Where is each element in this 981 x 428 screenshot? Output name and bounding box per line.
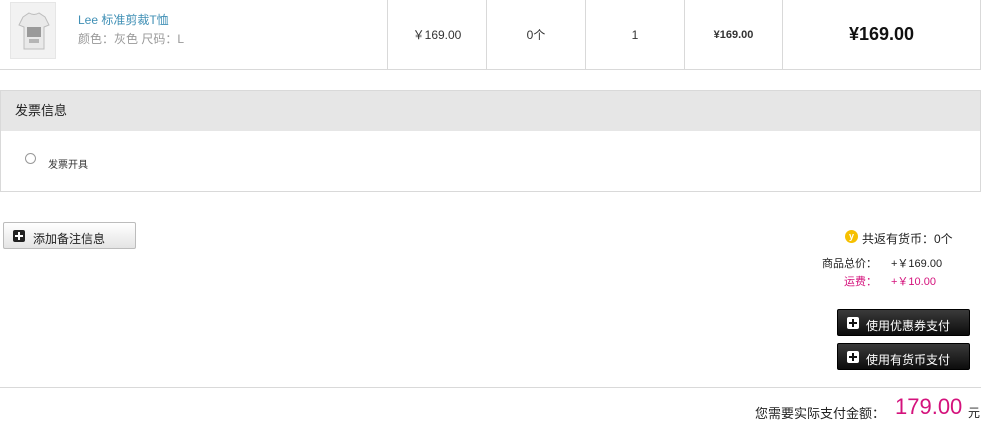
invoice-radio[interactable] [25,153,36,164]
use-coin-label: 使用有货币支付 [866,353,951,367]
product-thumbnail[interactable] [10,2,56,59]
add-note-button[interactable]: 添加备注信息 [3,222,136,249]
quantity: 1 [631,27,639,42]
plus-icon [847,317,859,329]
invoice-panel: 发票信息 发票开具 [0,90,981,192]
subtotal: ¥169.00 [713,28,754,41]
tshirt-icon [18,12,50,50]
goods-total-label: 商品总价： [822,258,877,270]
use-coin-button[interactable]: 使用有货币支付 [837,343,970,370]
invoice-title: 发票信息 [1,91,980,131]
payment-amount: 179.00 [895,394,963,419]
product-attributes: 颜色：灰色 尺码：L [78,32,185,46]
plus-icon [13,230,25,242]
quantity-cell: 1 [585,0,684,69]
add-note-label: 添加备注信息 [33,232,106,246]
unit-price-cell: ￥169.00 [387,0,486,69]
subtotal-cell: ¥169.00 [684,0,782,69]
unit-price: ￥169.00 [412,28,462,42]
line-total: ¥169.00 [848,24,915,44]
use-coupon-label: 使用优惠券支付 [866,319,951,333]
coin-cell: 0个 [486,0,585,69]
shipping-value: +￥10.00 [891,276,936,288]
shipping-label: 运费： [844,276,877,288]
product-name-link[interactable]: Lee 标准剪裁T恤 [78,11,169,28]
cart-product-row: Lee 标准剪裁T恤 颜色：灰色 尺码：L ￥169.00 0个 1 ¥169.… [0,0,981,70]
use-coupon-button[interactable]: 使用优惠券支付 [837,309,970,336]
divider [0,387,981,388]
goods-total-value: +￥169.00 [891,258,943,270]
invoice-option-label[interactable]: 发票开具 [48,156,88,171]
coin-icon: y [845,230,858,243]
payment-label: 您需要实际支付金额： [755,406,886,421]
total-cell: ¥169.00 [782,0,980,69]
coin-rebate-text: 共返有货币：0个 [862,232,953,246]
plus-icon [847,351,859,363]
coin-count: 0个 [526,28,546,42]
payment-unit: 元 [968,406,981,420]
